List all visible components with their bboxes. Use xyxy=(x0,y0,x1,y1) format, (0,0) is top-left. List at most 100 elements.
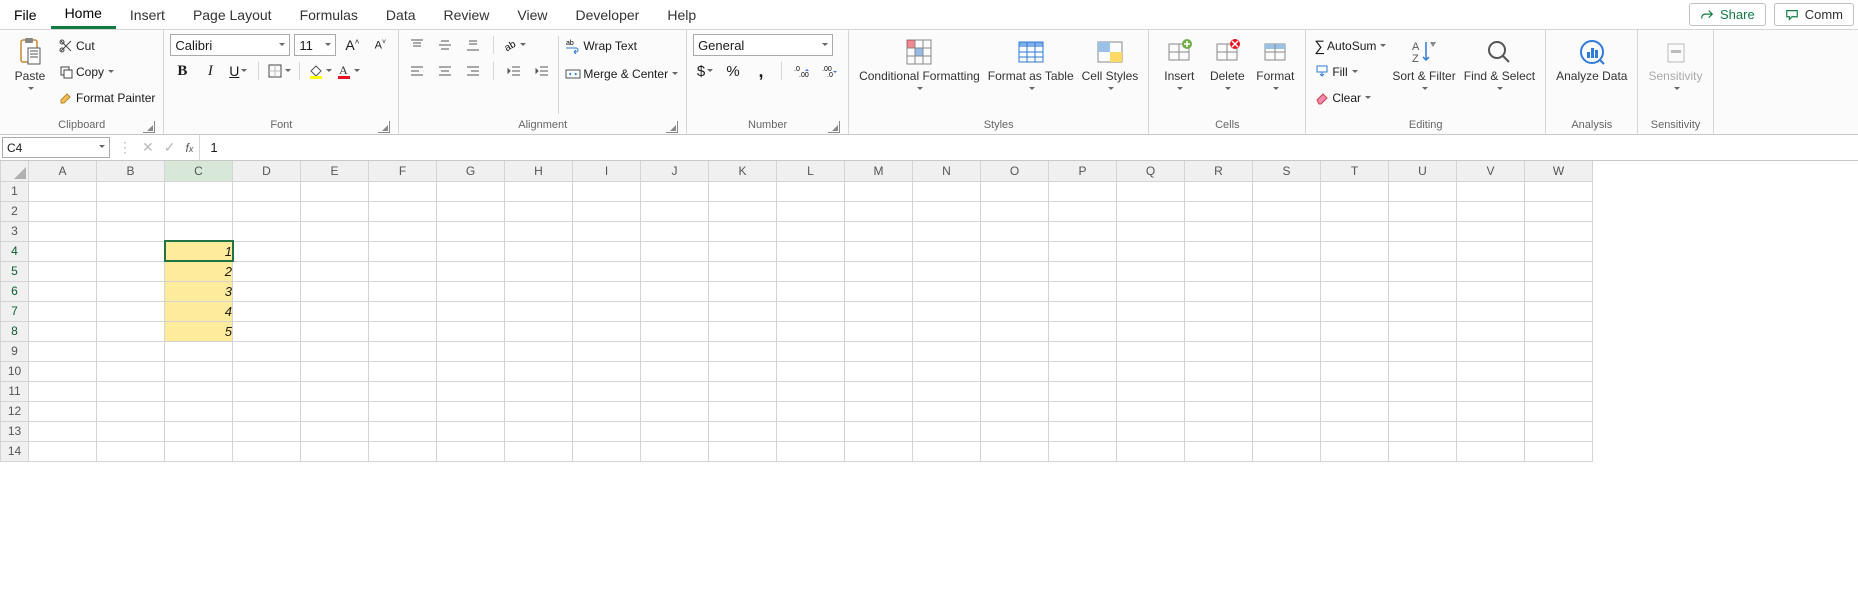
increase-decimal-button[interactable]: .0.00 xyxy=(790,60,814,82)
conditional-formatting-button[interactable]: Conditional Formatting xyxy=(855,34,984,98)
cell[interactable] xyxy=(505,301,573,321)
tab-home[interactable]: Home xyxy=(51,0,116,29)
cell[interactable] xyxy=(573,261,641,281)
cell[interactable] xyxy=(913,181,981,201)
cell[interactable] xyxy=(913,261,981,281)
cell[interactable] xyxy=(845,261,913,281)
cell[interactable] xyxy=(437,321,505,341)
cell[interactable] xyxy=(777,441,845,461)
cell[interactable] xyxy=(777,341,845,361)
cell[interactable] xyxy=(505,321,573,341)
select-all-corner[interactable] xyxy=(1,161,29,181)
cell[interactable] xyxy=(845,221,913,241)
more-icon[interactable]: ⋮ xyxy=(118,139,132,156)
tab-help[interactable]: Help xyxy=(653,0,710,29)
cell[interactable] xyxy=(369,261,437,281)
cell[interactable] xyxy=(29,221,97,241)
cell[interactable] xyxy=(165,201,233,221)
cell[interactable] xyxy=(1321,261,1389,281)
cell[interactable] xyxy=(777,281,845,301)
cell[interactable] xyxy=(913,241,981,261)
column-header[interactable]: G xyxy=(437,161,505,181)
cell[interactable] xyxy=(641,301,709,321)
column-header[interactable]: R xyxy=(1185,161,1253,181)
row-header[interactable]: 1 xyxy=(1,181,29,201)
cell[interactable] xyxy=(777,201,845,221)
cell[interactable] xyxy=(1321,181,1389,201)
cell[interactable] xyxy=(1321,321,1389,341)
cell[interactable] xyxy=(1049,361,1117,381)
cell[interactable] xyxy=(1185,401,1253,421)
row-header[interactable]: 5 xyxy=(1,261,29,281)
cell[interactable] xyxy=(777,301,845,321)
cell[interactable] xyxy=(1185,301,1253,321)
cell[interactable] xyxy=(1321,381,1389,401)
cell[interactable] xyxy=(301,441,369,461)
cell[interactable] xyxy=(233,421,301,441)
cell[interactable] xyxy=(709,281,777,301)
number-format-combo[interactable]: General xyxy=(693,34,833,56)
cell[interactable] xyxy=(1389,241,1457,261)
fill-color-button[interactable] xyxy=(308,60,332,82)
cell[interactable] xyxy=(1321,281,1389,301)
row-header[interactable]: 8 xyxy=(1,321,29,341)
cell[interactable] xyxy=(709,321,777,341)
cell[interactable] xyxy=(369,221,437,241)
cell[interactable] xyxy=(1185,321,1253,341)
cell[interactable] xyxy=(165,181,233,201)
cell[interactable] xyxy=(845,281,913,301)
cell[interactable] xyxy=(573,181,641,201)
cell[interactable] xyxy=(165,221,233,241)
cell-styles-button[interactable]: Cell Styles xyxy=(1078,34,1143,98)
cell[interactable] xyxy=(437,361,505,381)
column-header[interactable]: D xyxy=(233,161,301,181)
cell[interactable] xyxy=(1049,341,1117,361)
delete-cells-button[interactable]: Delete xyxy=(1203,34,1251,98)
row-header[interactable]: 11 xyxy=(1,381,29,401)
column-header[interactable]: W xyxy=(1525,161,1593,181)
cell[interactable] xyxy=(709,361,777,381)
name-box[interactable]: C4 xyxy=(2,137,110,158)
cell[interactable] xyxy=(233,341,301,361)
cell[interactable] xyxy=(29,261,97,281)
cell[interactable] xyxy=(641,361,709,381)
cell[interactable] xyxy=(97,321,165,341)
dialog-launcher-icon[interactable] xyxy=(666,121,678,133)
cell[interactable] xyxy=(573,401,641,421)
cell[interactable] xyxy=(233,261,301,281)
copy-button[interactable]: Copy xyxy=(56,60,157,84)
paste-button[interactable]: Paste xyxy=(6,34,54,98)
cell[interactable] xyxy=(981,381,1049,401)
cell[interactable] xyxy=(97,201,165,221)
merge-center-button[interactable]: Merge & Center xyxy=(563,62,680,86)
borders-button[interactable] xyxy=(267,60,291,82)
cell[interactable] xyxy=(641,181,709,201)
autosum-button[interactable]: ∑ AutoSum xyxy=(1312,34,1388,58)
cell[interactable] xyxy=(97,281,165,301)
cell[interactable]: 2 xyxy=(165,261,233,281)
cell[interactable] xyxy=(233,321,301,341)
cell[interactable] xyxy=(1049,221,1117,241)
cell[interactable] xyxy=(1321,401,1389,421)
cell[interactable] xyxy=(1185,361,1253,381)
cell[interactable] xyxy=(505,361,573,381)
fill-button[interactable]: Fill xyxy=(1312,60,1388,84)
column-header[interactable]: F xyxy=(369,161,437,181)
cell[interactable] xyxy=(29,401,97,421)
align-center-button[interactable] xyxy=(433,60,457,82)
cell[interactable] xyxy=(29,441,97,461)
row-header[interactable]: 7 xyxy=(1,301,29,321)
cell[interactable] xyxy=(1321,301,1389,321)
row-header[interactable]: 12 xyxy=(1,401,29,421)
cell[interactable] xyxy=(1185,241,1253,261)
cell[interactable] xyxy=(301,261,369,281)
decrease-font-button[interactable]: A˅ xyxy=(368,34,392,56)
cell[interactable] xyxy=(981,441,1049,461)
column-header[interactable]: A xyxy=(29,161,97,181)
row-header[interactable]: 2 xyxy=(1,201,29,221)
cell[interactable] xyxy=(1253,301,1321,321)
cell[interactable] xyxy=(641,401,709,421)
cell[interactable] xyxy=(1185,341,1253,361)
italic-button[interactable]: I xyxy=(198,60,222,82)
cell[interactable] xyxy=(709,421,777,441)
